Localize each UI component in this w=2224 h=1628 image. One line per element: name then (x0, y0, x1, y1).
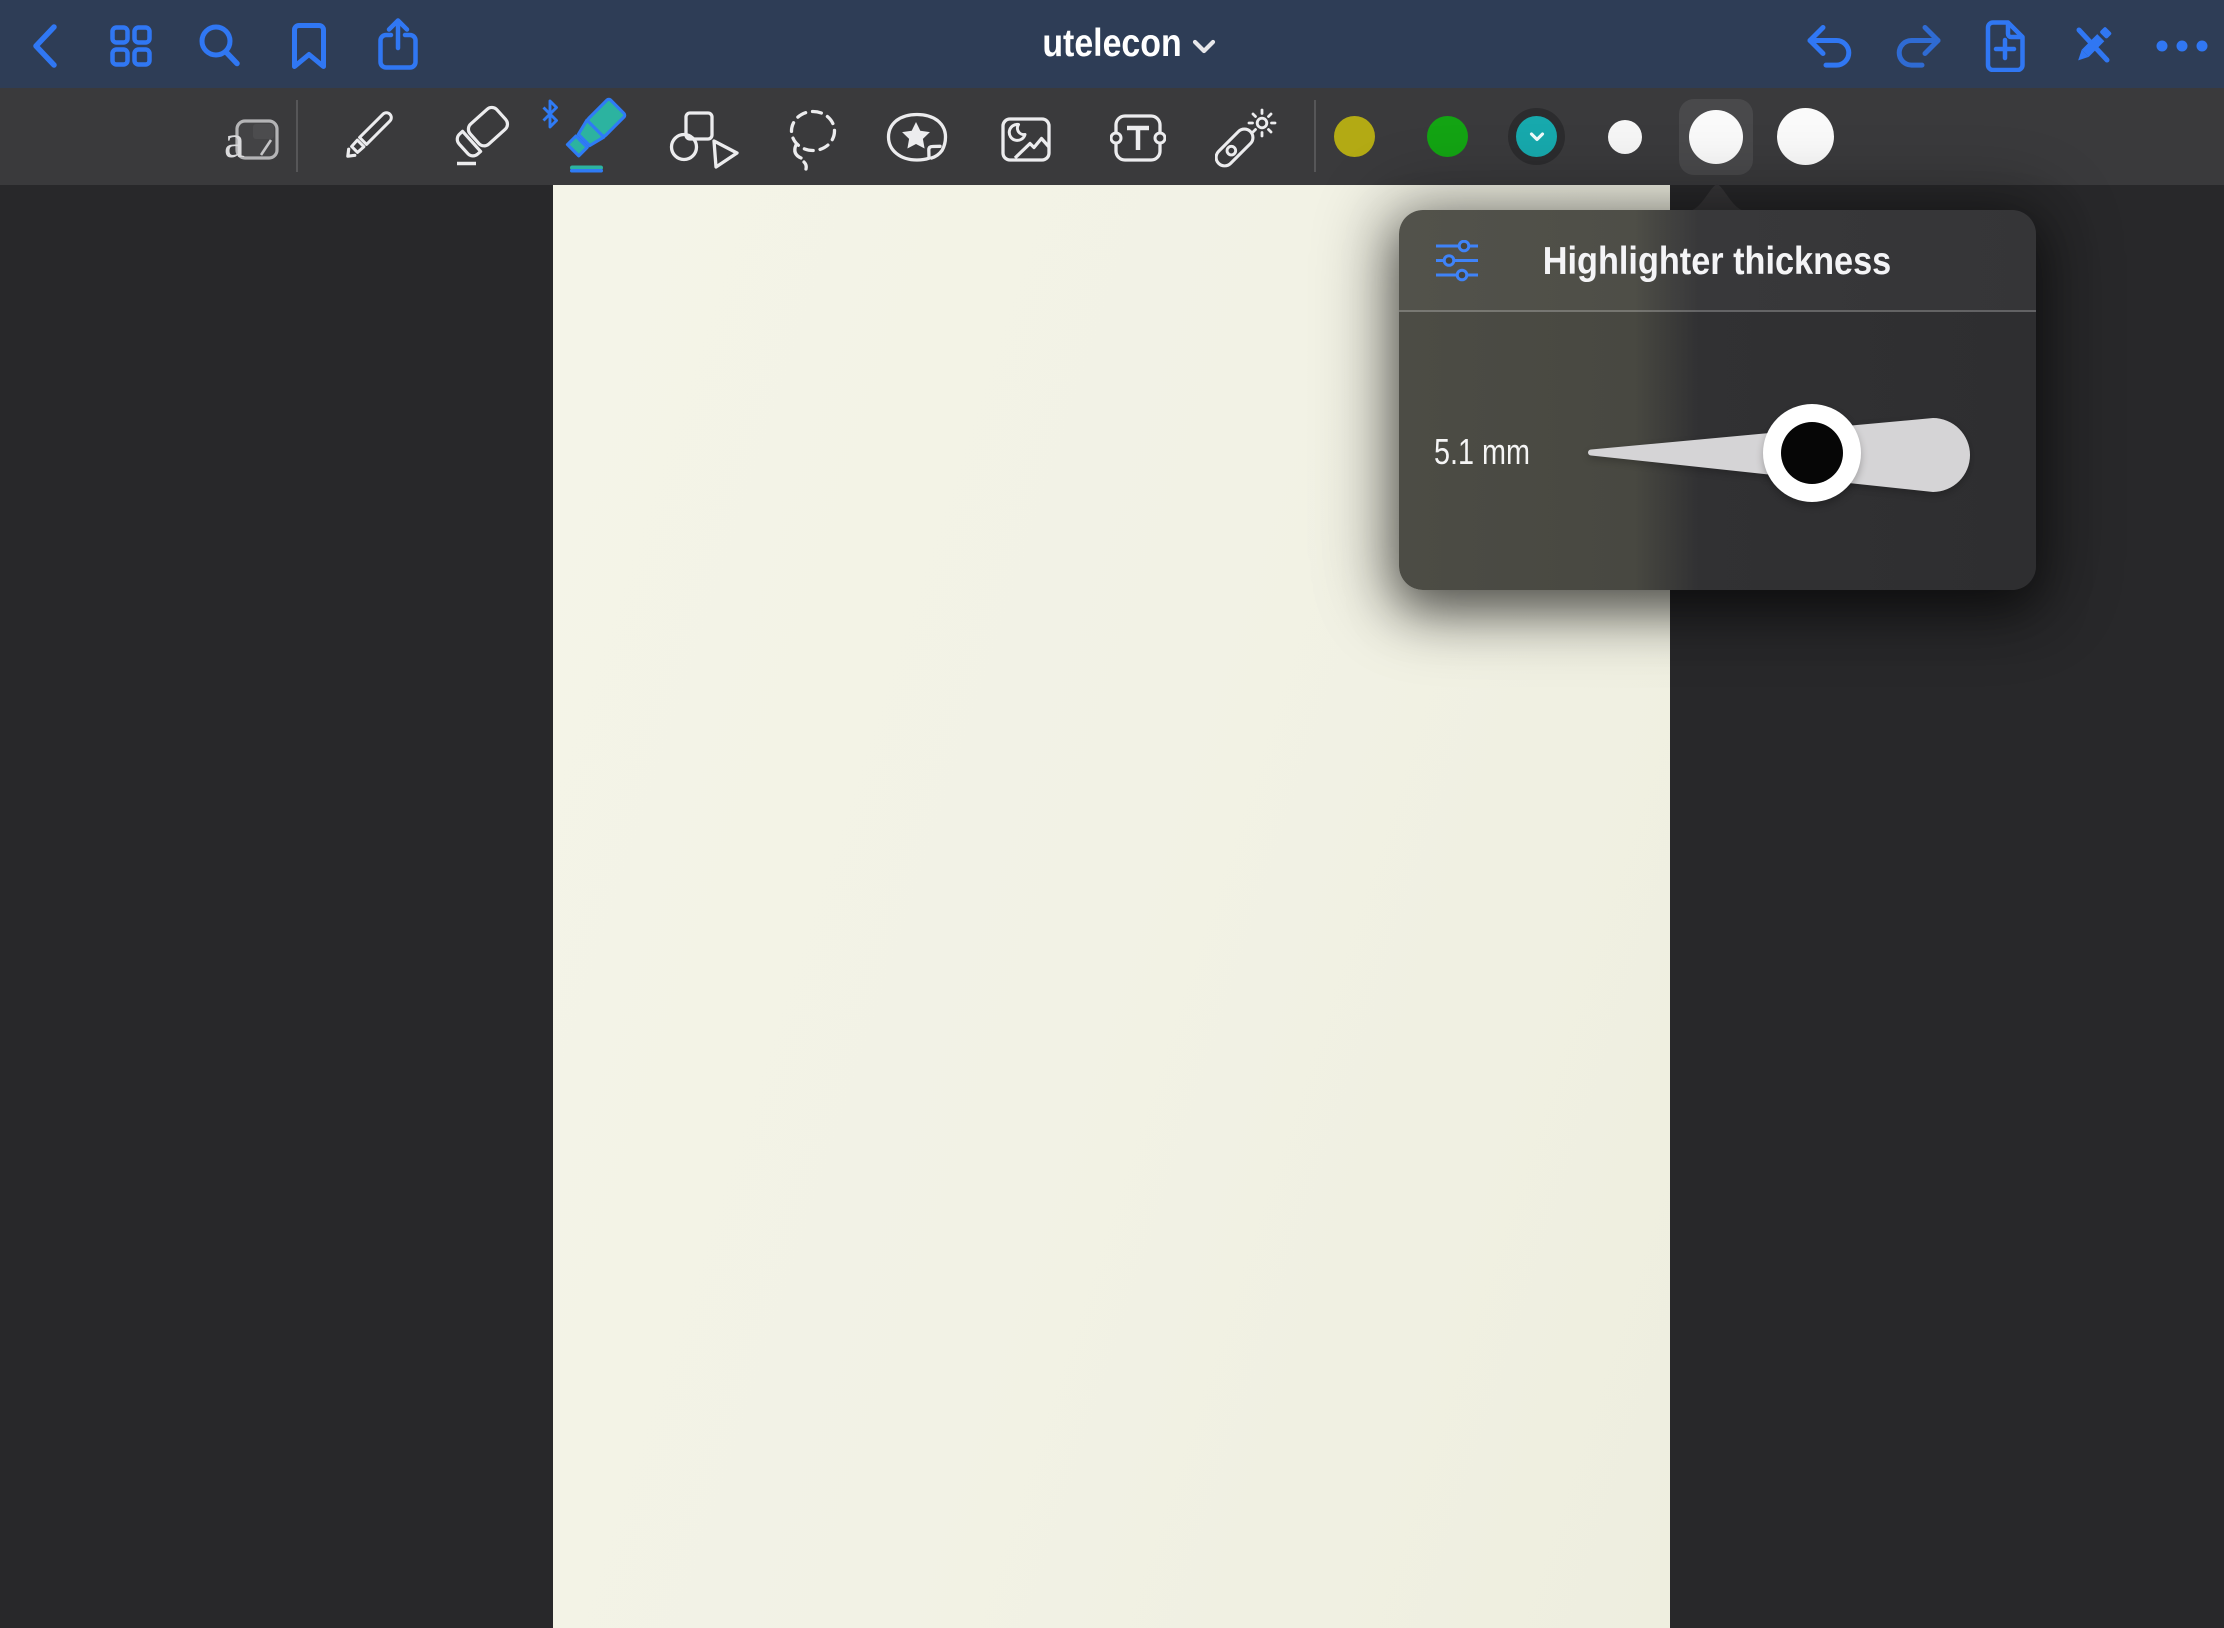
svg-text:a: a (224, 116, 245, 168)
